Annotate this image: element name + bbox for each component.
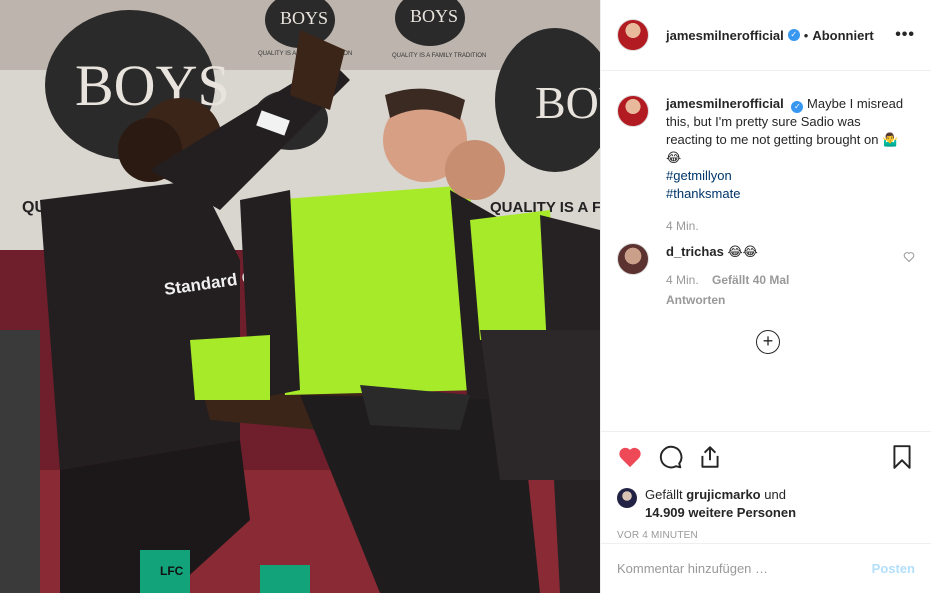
post-timestamp[interactable]: VOR 4 MINUTEN bbox=[617, 530, 915, 541]
caption-author-username[interactable]: jamesmilnerofficial bbox=[666, 96, 784, 111]
caption-time[interactable]: 4 Min. bbox=[666, 217, 906, 235]
comments-list[interactable]: jamesmilnerofficial ✓ Maybe I misread th… bbox=[601, 71, 931, 431]
caption-author-avatar[interactable] bbox=[617, 95, 649, 127]
reply-text: 😂😂 bbox=[727, 244, 758, 259]
likes-summary: Gefällt grujicmarko und 14.909 weitere P… bbox=[617, 486, 915, 522]
reply-time[interactable]: 4 Min. bbox=[666, 273, 699, 287]
verified-icon: ✓ bbox=[791, 101, 804, 113]
comment-icon[interactable] bbox=[657, 444, 683, 470]
liker-avatar[interactable] bbox=[617, 488, 637, 508]
likes-prefix: Gefällt bbox=[645, 487, 683, 502]
post-photo[interactable]: BOYS BOYS BOYS BOYS QUALITY IS A FAMILY … bbox=[0, 0, 600, 593]
author-username[interactable]: jamesmilnerofficial bbox=[666, 28, 784, 43]
likes-connector: und bbox=[764, 487, 786, 502]
reply-comment: d_trichas 😂😂 4 Min. Gefällt 40 Mal Antwo… bbox=[617, 243, 915, 309]
reply-author-username[interactable]: d_trichas bbox=[666, 244, 724, 259]
reply-author-avatar[interactable] bbox=[617, 243, 649, 275]
hashtag-link[interactable]: #thanksmate bbox=[666, 185, 906, 203]
post-actions: Gefällt grujicmarko und 14.909 weitere P… bbox=[601, 431, 931, 543]
separator-dot: • bbox=[803, 27, 809, 43]
reply-button[interactable]: Antworten bbox=[666, 291, 886, 309]
heart-outline-icon[interactable] bbox=[903, 251, 915, 263]
likes-count[interactable]: 14.909 weitere Personen bbox=[645, 505, 796, 520]
share-icon[interactable] bbox=[697, 444, 723, 470]
boys-sign-text-small: BOYS bbox=[280, 8, 328, 28]
heart-filled-icon[interactable] bbox=[617, 444, 643, 470]
plus-circle-icon[interactable]: + bbox=[756, 330, 780, 354]
hashtag-link[interactable]: #getmillyon bbox=[666, 167, 906, 185]
reply-like-count[interactable]: Gefällt 40 Mal bbox=[712, 273, 789, 287]
author-avatar[interactable] bbox=[617, 19, 649, 51]
add-comment-bar: Posten bbox=[601, 543, 931, 593]
boys-sign-text-right: BOYS bbox=[535, 77, 600, 128]
comment-input[interactable] bbox=[617, 561, 872, 576]
post-header: jamesmilnerofficial ✓ • Abonniert ••• bbox=[601, 0, 931, 71]
caption-comment: jamesmilnerofficial ✓ Maybe I misread th… bbox=[617, 95, 915, 235]
post-side-panel: jamesmilnerofficial ✓ • Abonniert ••• ja… bbox=[600, 0, 931, 593]
bookmark-icon[interactable] bbox=[889, 444, 915, 470]
sock-text: LFC bbox=[160, 564, 184, 578]
boys-sign-text-small-2: BOYS bbox=[410, 6, 458, 26]
liker-username[interactable]: grujicmarko bbox=[686, 487, 760, 502]
verified-icon: ✓ bbox=[787, 29, 800, 41]
follow-state-button[interactable]: Abonniert bbox=[812, 28, 873, 43]
post-comment-button[interactable]: Posten bbox=[872, 561, 915, 576]
more-options-icon[interactable]: ••• bbox=[895, 26, 915, 44]
tradition-text-2: QUALITY IS A FAMILY TRADITION bbox=[392, 53, 486, 59]
